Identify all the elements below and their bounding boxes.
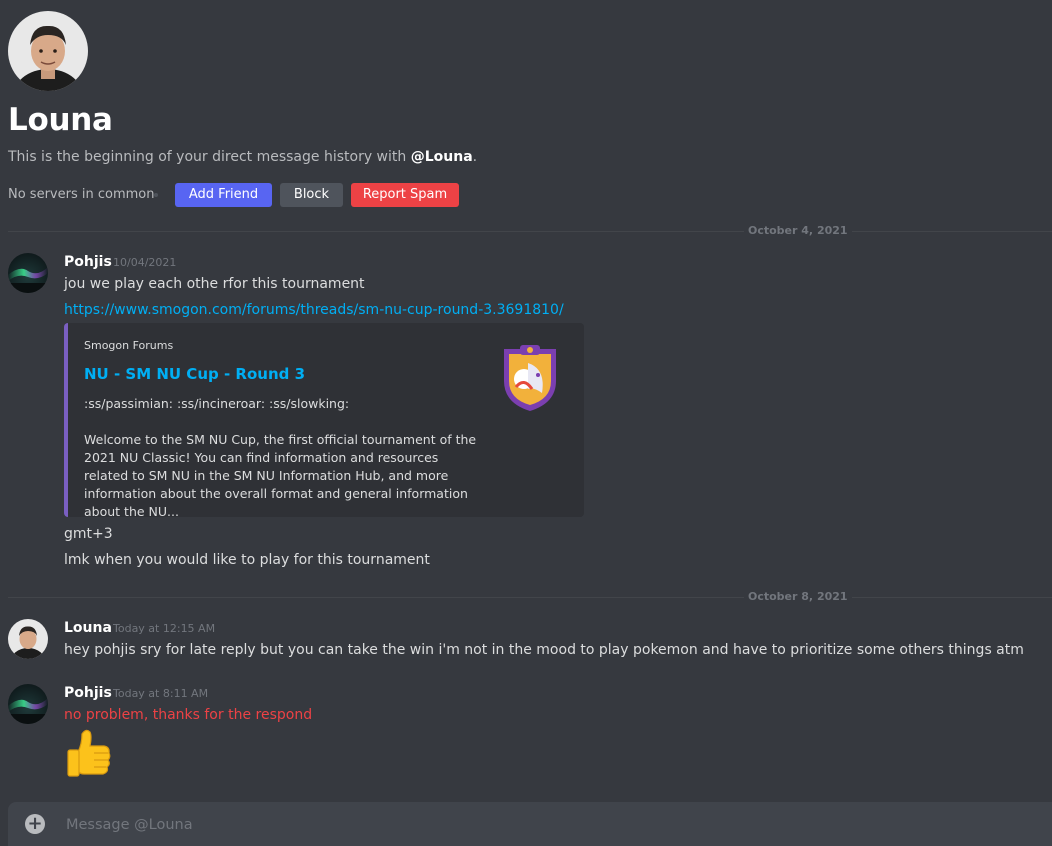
user-avatar[interactable]	[8, 253, 48, 293]
attach-plus-icon[interactable]: +	[25, 814, 45, 834]
intro-handle: @Louna	[410, 149, 473, 165]
message-text: gmt+3	[64, 526, 113, 542]
message-author[interactable]: Pohjis	[64, 684, 112, 702]
date-divider-line	[8, 597, 1052, 598]
add-friend-button[interactable]: Add Friend	[175, 183, 272, 207]
embed-emotes: :ss/passimian: :ss/incineroar: :ss/slowk…	[84, 396, 350, 411]
message-timestamp: Today at 8:11 AM	[113, 687, 209, 700]
mutual-servers-text: No servers in common	[8, 187, 155, 202]
message-link[interactable]: https://www.smogon.com/forums/threads/sm…	[64, 301, 564, 319]
profile-avatar	[8, 11, 88, 91]
date-divider: October 8, 2021	[744, 590, 852, 604]
message-composer: +	[8, 802, 1052, 846]
separator-dot	[154, 193, 158, 197]
message-text: jou we play each othe rfor this tourname…	[64, 276, 365, 292]
message-input[interactable]	[64, 812, 968, 838]
profile-name: Louna	[8, 102, 113, 138]
embed-title[interactable]: NU - SM NU Cup - Round 3	[84, 364, 305, 384]
dm-intro-text: This is the beginning of your direct mes…	[8, 149, 478, 165]
message-author[interactable]: Louna	[64, 619, 112, 637]
embed-provider[interactable]: Smogon Forums	[84, 339, 173, 353]
link-embed: Smogon Forums NU - SM NU Cup - Round 3 :…	[64, 323, 584, 519]
embed-body: Welcome to the SM NU Cup, the first offi…	[84, 432, 477, 519]
message-text: lmk when you would like to play for this…	[64, 552, 430, 568]
thumbs-up-icon	[64, 728, 114, 780]
report-spam-button[interactable]: Report Spam	[351, 183, 459, 207]
user-avatar[interactable]	[8, 619, 48, 659]
message-text: hey pohjis sry for late reply but you ca…	[64, 642, 1024, 658]
message-timestamp: 10/04/2021	[113, 256, 177, 269]
message-author[interactable]: Pohjis	[64, 253, 112, 271]
embed-description: :ss/passimian: :ss/incineroar: :ss/slowk…	[84, 395, 484, 521]
date-divider-line	[8, 231, 1052, 232]
smogon-logo-icon[interactable]	[498, 341, 562, 413]
date-divider: October 4, 2021	[744, 224, 852, 238]
message-timestamp: Today at 12:15 AM	[113, 622, 216, 635]
user-avatar[interactable]	[8, 684, 48, 724]
block-button[interactable]: Block	[280, 183, 343, 207]
message-text: no problem, thanks for the respond	[64, 707, 313, 723]
